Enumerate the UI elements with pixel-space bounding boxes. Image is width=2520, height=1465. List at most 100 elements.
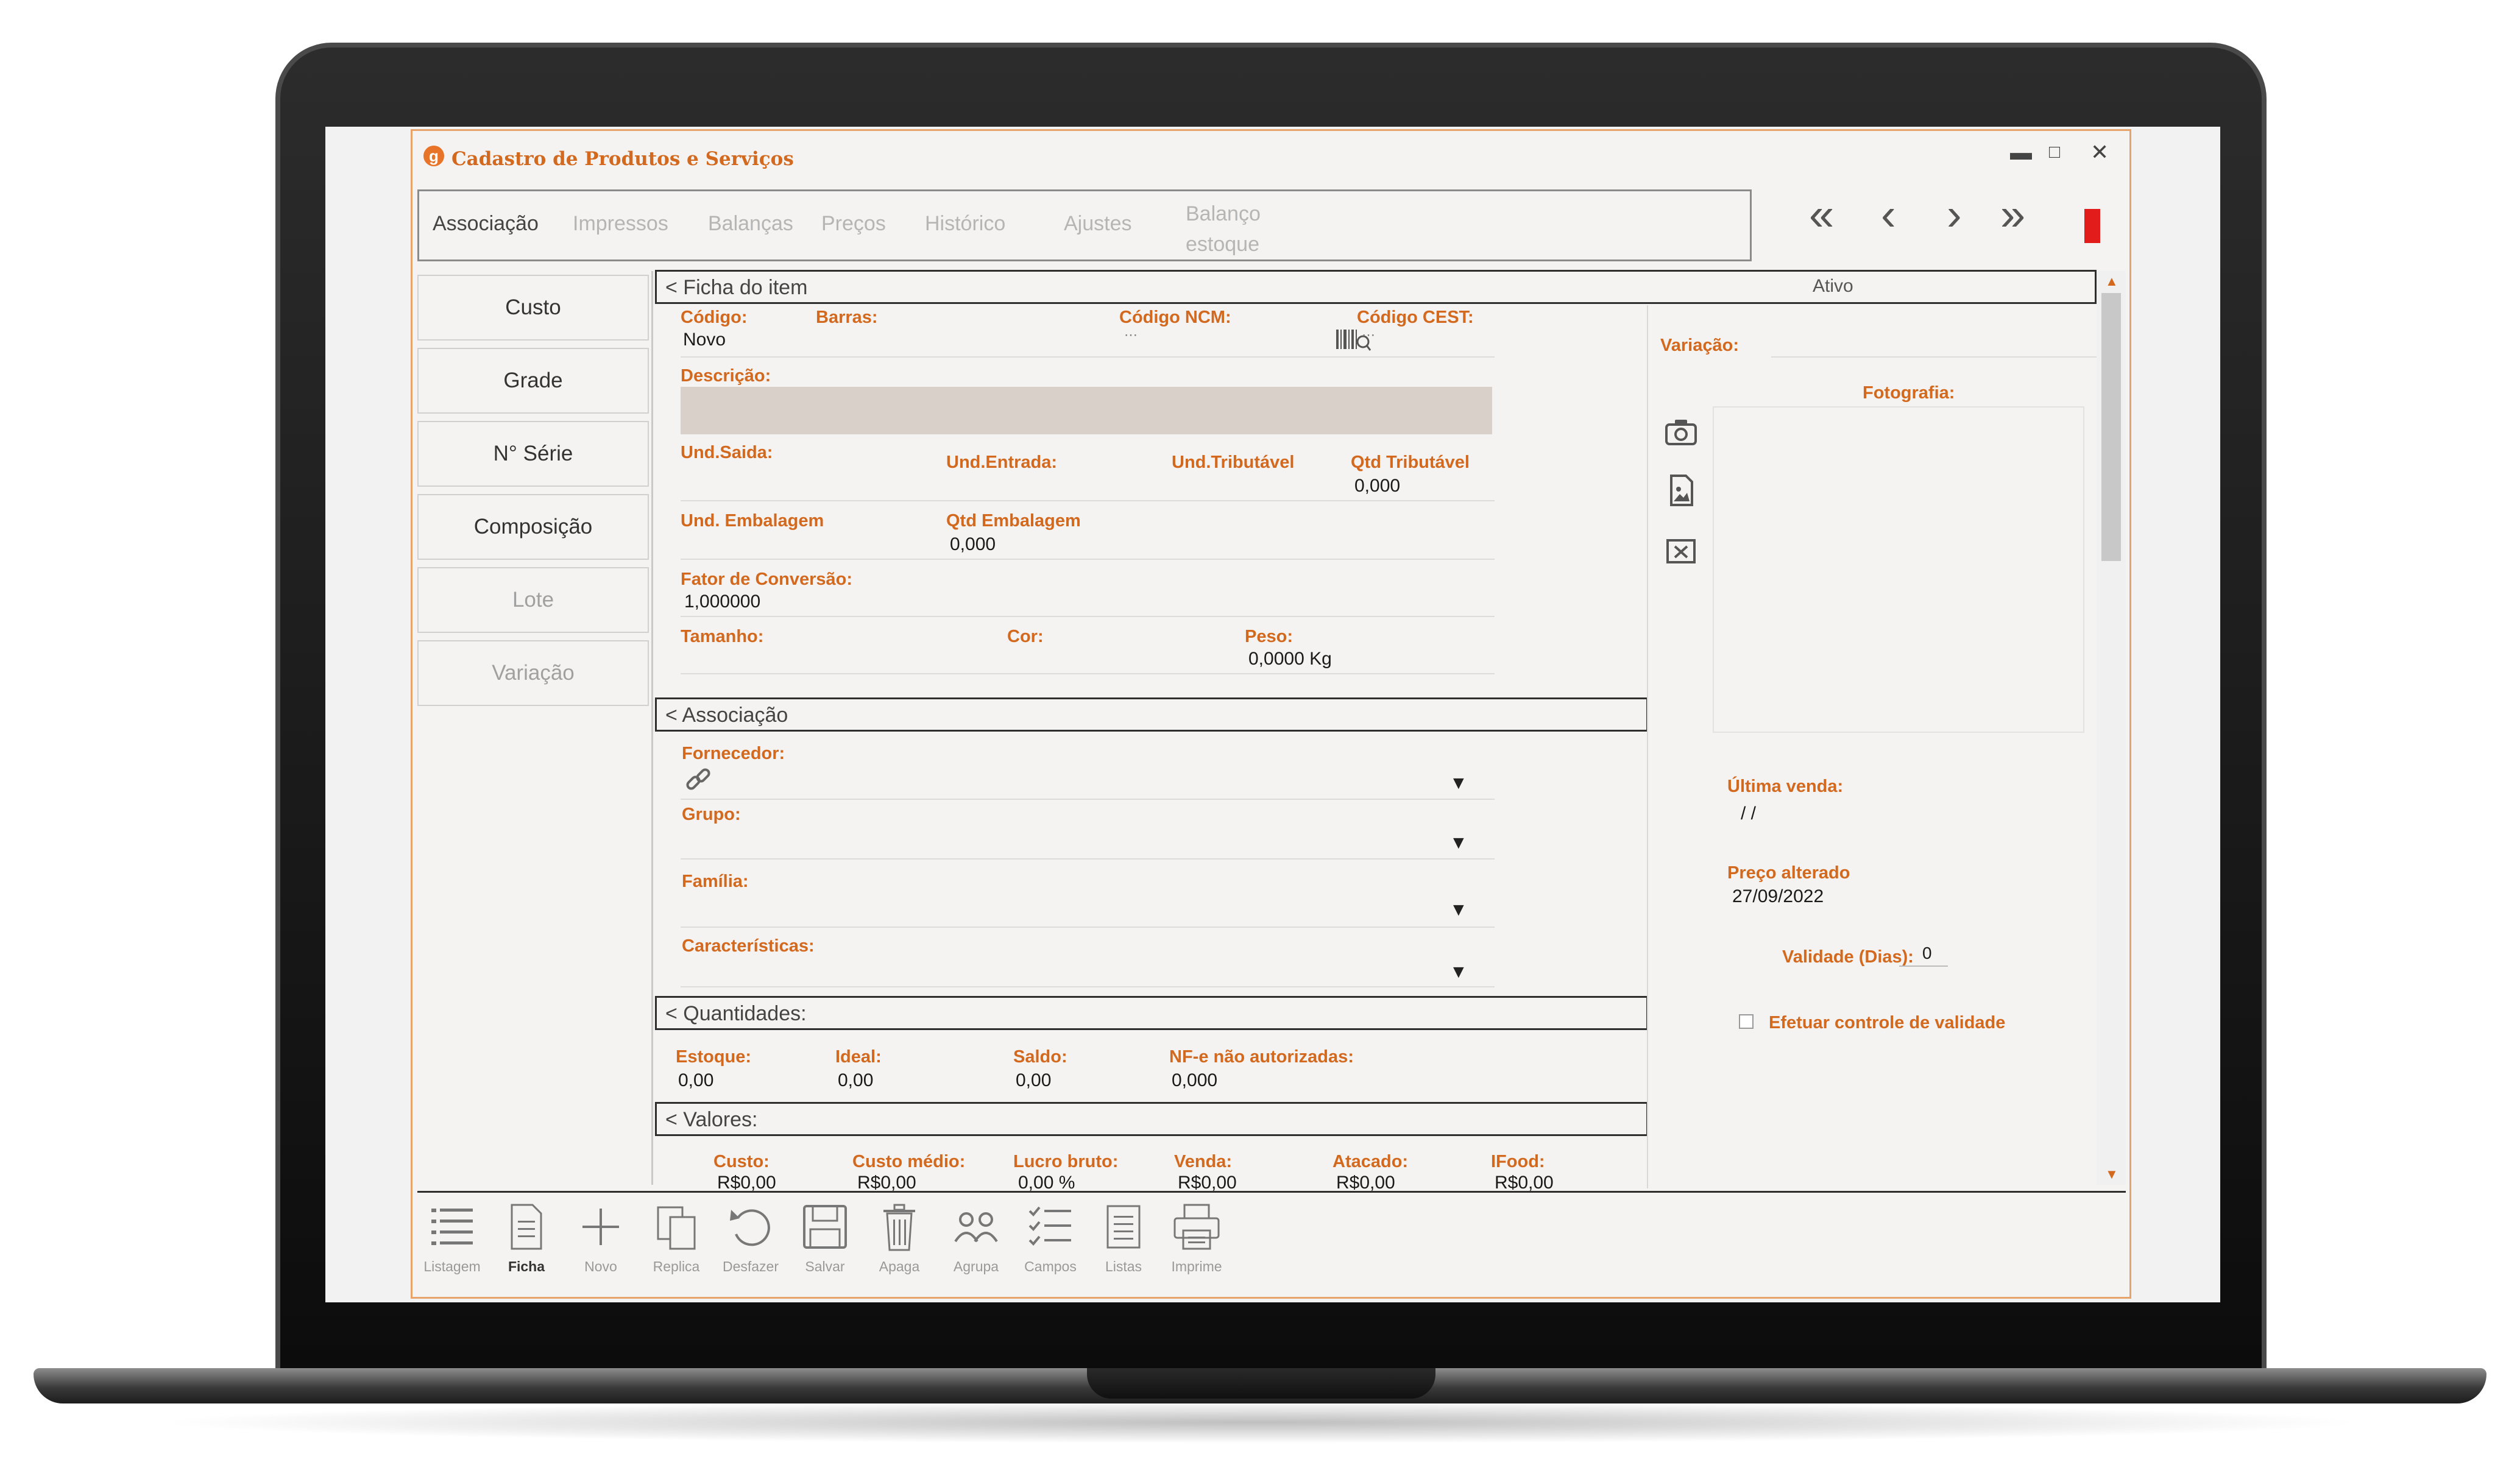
custo-medio-value: R$0,00 xyxy=(857,1173,916,1193)
lists-icon xyxy=(1106,1205,1141,1249)
variacao-label: Variação: xyxy=(1660,336,1739,355)
salvar-label: Salvar xyxy=(805,1258,845,1274)
undo-icon xyxy=(730,1209,770,1246)
ideal-value: 0,00 xyxy=(838,1070,874,1090)
peso-label: Peso: xyxy=(1245,627,1293,646)
custo-value-label: Custo: xyxy=(713,1152,770,1171)
grupo-dropdown-icon[interactable]: ▼ xyxy=(1449,833,1468,853)
cor-label: Cor: xyxy=(1007,627,1044,646)
scroll-up-icon[interactable]: ▲ xyxy=(2105,274,2118,289)
caracteristicas-dropdown-icon[interactable]: ▼ xyxy=(1449,962,1468,983)
tab-ajustes[interactable]: Ajustes xyxy=(1064,212,1132,236)
quantidades-section-header[interactable]: < Quantidades: xyxy=(655,996,1648,1030)
salvar-button[interactable]: Salvar xyxy=(791,1201,858,1275)
image-file-icon[interactable] xyxy=(1664,473,1698,507)
variacao-button[interactable]: Variação xyxy=(417,640,649,706)
ficha-button[interactable]: Ficha xyxy=(493,1201,560,1275)
agrupa-label: Agrupa xyxy=(953,1258,999,1274)
ultima-venda-value: / / xyxy=(1741,803,1757,824)
familia-dropdown-icon[interactable]: ▼ xyxy=(1449,900,1468,920)
estoque-label: Estoque: xyxy=(676,1047,752,1067)
grade-button[interactable]: Grade xyxy=(417,348,649,414)
link-icon[interactable] xyxy=(683,766,713,799)
tab-precos[interactable]: Preços xyxy=(821,212,886,236)
validade-underline xyxy=(1899,965,1948,967)
tab-balanco-estoque[interactable]: Balanço estoque xyxy=(1186,199,1277,259)
last-record-icon[interactable]: » xyxy=(2000,192,2025,237)
cest-search-icon[interactable]: ⋯ xyxy=(1362,327,1375,343)
ficha-header-label: < Ficha do item xyxy=(665,276,808,299)
app-window: g Cadastro de Produtos e Serviços ▬ □ ✕ … xyxy=(411,129,2131,1299)
und-entrada-label: Und.Entrada: xyxy=(946,453,1058,472)
lote-button[interactable]: Lote xyxy=(417,567,649,633)
imprime-button[interactable]: Imprime xyxy=(1163,1201,1230,1275)
venda-value: R$0,00 xyxy=(1178,1173,1237,1193)
bottom-toolbar: Listagem Ficha Novo Replica Desfazer Sal… xyxy=(417,1191,2126,1296)
fator-row-underline xyxy=(681,616,1495,617)
qtd-embalagem-field[interactable]: 0,000 xyxy=(950,534,996,555)
descricao-field[interactable] xyxy=(681,387,1492,434)
tab-impressos[interactable]: Impressos xyxy=(573,212,668,236)
group-icon xyxy=(954,1212,998,1243)
first-record-icon[interactable]: « xyxy=(1809,192,1834,237)
grupo-label: Grupo: xyxy=(682,805,741,824)
previous-record-icon[interactable]: ‹ xyxy=(1881,192,1896,237)
controle-validade-checkbox[interactable] xyxy=(1739,1014,1754,1029)
novo-button[interactable]: Novo xyxy=(567,1201,634,1275)
codigo-ncm-label: Código NCM: xyxy=(1119,308,1231,327)
scroll-down-icon[interactable]: ▼ xyxy=(2105,1167,2118,1182)
listagem-button[interactable]: Listagem xyxy=(419,1201,486,1275)
codigo-field[interactable]: Novo xyxy=(683,330,726,350)
close-icon[interactable]: ✕ xyxy=(2090,139,2109,165)
validade-field[interactable]: 0 xyxy=(1922,944,1932,963)
camera-icon[interactable] xyxy=(1664,415,1698,449)
listas-button[interactable]: Listas xyxy=(1090,1201,1157,1275)
und-embalagem-label: Und. Embalagem xyxy=(681,511,824,531)
laptop-shadow xyxy=(152,1401,2368,1444)
imprime-label: Imprime xyxy=(1171,1258,1222,1274)
tab-associacao[interactable]: Associação xyxy=(433,212,539,236)
associacao-section-header[interactable]: < Associação xyxy=(655,697,1648,732)
tamanho-label: Tamanho: xyxy=(681,627,764,646)
tab-balancas[interactable]: Balanças xyxy=(708,212,793,236)
vertical-scrollbar[interactable]: ▲ ▼ xyxy=(2097,271,2126,1185)
scroll-thumb[interactable] xyxy=(2101,293,2121,561)
fornecedor-underline xyxy=(681,799,1495,800)
ficha-section-header[interactable]: < Ficha do item xyxy=(655,270,2097,304)
custo-button[interactable]: Custo xyxy=(417,275,649,341)
atacado-label: Atacado: xyxy=(1333,1152,1409,1171)
custo-medio-label: Custo médio: xyxy=(852,1152,966,1171)
variacao-underline xyxy=(1771,356,2100,358)
document-icon xyxy=(511,1204,542,1250)
photo-area[interactable] xyxy=(1713,406,2084,733)
lucro-bruto-value: 0,00 % xyxy=(1018,1173,1075,1193)
numero-serie-button[interactable]: N° Série xyxy=(417,421,649,487)
apaga-label: Apaga xyxy=(879,1258,920,1274)
tab-historico[interactable]: Histórico xyxy=(925,212,1005,236)
minimize-icon[interactable]: ▬ xyxy=(2010,139,2032,165)
desfazer-button[interactable]: Desfazer xyxy=(717,1201,784,1275)
agrupa-button[interactable]: Agrupa xyxy=(943,1201,1010,1275)
und-saida-label: Und.Saida: xyxy=(681,443,773,462)
campos-button[interactable]: Campos xyxy=(1017,1201,1084,1275)
replica-button[interactable]: Replica xyxy=(643,1201,710,1275)
ncm-search-icon[interactable]: ⋯ xyxy=(1124,327,1138,343)
trash-icon xyxy=(883,1204,915,1251)
checklist-icon xyxy=(1028,1206,1071,1246)
maximize-icon[interactable]: □ xyxy=(2049,142,2060,163)
ideal-label: Ideal: xyxy=(835,1047,882,1067)
next-record-icon[interactable]: › xyxy=(1947,192,1962,237)
apaga-button[interactable]: Apaga xyxy=(866,1201,933,1275)
peso-field[interactable]: 0,0000 Kg xyxy=(1248,649,1332,669)
fator-conversao-field[interactable]: 1,000000 xyxy=(684,591,760,612)
valores-section-header[interactable]: < Valores: xyxy=(655,1102,1648,1136)
remove-photo-icon[interactable] xyxy=(1664,534,1698,568)
plus-icon xyxy=(582,1209,619,1245)
descricao-label: Descrição: xyxy=(681,366,771,386)
qtd-tributavel-field[interactable]: 0,000 xyxy=(1354,476,1400,496)
fator-conversao-label: Fator de Conversão: xyxy=(681,570,852,589)
estoque-value: 0,00 xyxy=(678,1070,714,1090)
composicao-button[interactable]: Composição xyxy=(417,494,649,560)
venda-label: Venda: xyxy=(1174,1152,1233,1171)
fornecedor-dropdown-icon[interactable]: ▼ xyxy=(1449,773,1468,794)
